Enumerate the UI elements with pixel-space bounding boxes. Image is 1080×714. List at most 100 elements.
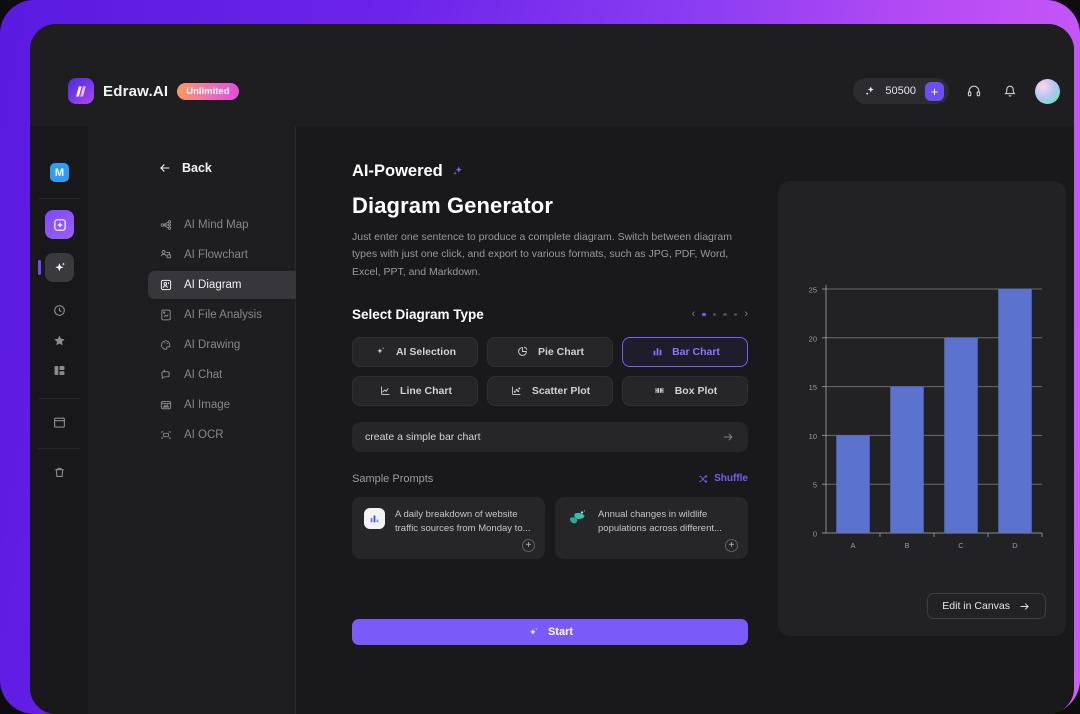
carousel-next-button[interactable]: › [744, 308, 748, 320]
prompt-submit-button[interactable] [721, 430, 735, 444]
sidebar-item-templates[interactable] [45, 356, 74, 385]
credits-pill[interactable]: 50500 + [853, 78, 949, 104]
sample-prompt-cards: A daily breakdown of website traffic sou… [352, 496, 748, 559]
rail-divider [38, 398, 80, 399]
y-axis-tick: 20 [809, 334, 817, 343]
start-button[interactable]: Start [352, 619, 748, 645]
sidebar-item-ai-tools[interactable] [38, 253, 74, 282]
box-plot-icon [653, 384, 667, 398]
sparkle-icon [865, 86, 875, 96]
credits-value: 50500 [885, 85, 916, 97]
carousel-prev-button[interactable]: ‹ [692, 308, 696, 320]
sidebar-item-recent[interactable] [45, 296, 74, 325]
carousel-dot[interactable] [712, 312, 717, 317]
type-label: Box Plot [674, 384, 718, 397]
type-label: Line Chart [400, 384, 452, 397]
sparkle-icon [54, 262, 65, 271]
main-content: AI-Powered Diagram Generator Just enter … [296, 126, 1074, 714]
type-button-box-plot[interactable]: Box Plot [622, 375, 748, 406]
sample-prompt-card[interactable]: A daily breakdown of website traffic sou… [352, 496, 545, 559]
carousel-dot[interactable] [723, 312, 727, 317]
avatar[interactable] [1035, 78, 1060, 104]
carousel-dot[interactable] [733, 312, 738, 317]
nav-label: AI Diagram [184, 279, 242, 291]
diagram-type-grid: AI Selection Pie Chart Bar Chart Line Ch… [352, 336, 748, 406]
sidebar-item-ai-drawing[interactable]: AI Drawing [148, 331, 300, 359]
sidebar-item-files[interactable] [45, 408, 74, 437]
sparkle-icon [374, 345, 388, 359]
y-axis-tick: 0 [813, 530, 817, 539]
eyebrow-label: AI-Powered [352, 162, 443, 180]
sidebar-item-ai-image[interactable]: AI Image [148, 391, 300, 419]
x-axis-tick: C [958, 541, 964, 550]
sidebar-item-ai-flowchart[interactable]: AI Flowchart [148, 241, 300, 269]
section-title: Select Diagram Type [352, 306, 484, 322]
carousel-dot[interactable] [702, 312, 706, 317]
sidebar-item-trash[interactable] [45, 458, 74, 487]
workspace-badge[interactable]: M [50, 163, 69, 182]
y-axis-tick: 25 [809, 286, 817, 295]
rail-divider [38, 198, 80, 199]
add-prompt-button[interactable]: + [725, 538, 738, 552]
diagram-icon [158, 278, 173, 293]
type-button-ai-selection[interactable]: AI Selection [352, 336, 478, 367]
add-credits-button[interactable]: + [925, 81, 944, 101]
sidebar-item-ai-ocr[interactable]: AI OCR [148, 421, 300, 449]
sidebar-item-ai-file-analysis[interactable]: AI File Analysis [148, 301, 300, 329]
type-label: Pie Chart [537, 345, 585, 358]
edit-in-canvas-label: Edit in Canvas [942, 600, 1010, 612]
edit-in-canvas-button[interactable]: Edit in Canvas [927, 593, 1046, 619]
type-label: Bar Chart [672, 345, 720, 358]
prompt-input[interactable]: create a simple bar chart [352, 421, 748, 452]
y-axis-tick: 5 [813, 481, 817, 490]
back-button[interactable]: Back [158, 161, 212, 175]
type-button-bar-chart[interactable]: Bar Chart [622, 336, 748, 367]
chart-bar [944, 337, 978, 533]
sidebar-item-ai-mind-map[interactable]: AI Mind Map [148, 211, 300, 239]
sample-prompts-label: Sample Prompts [352, 472, 434, 485]
page-description: Just enter one sentence to produce a com… [352, 231, 732, 278]
sidebar-item-ai-diagram[interactable]: AI Diagram [148, 271, 300, 299]
sample-prompt-card[interactable]: Annual changes in wildlife populations a… [555, 496, 748, 559]
add-prompt-button[interactable]: + [522, 538, 535, 552]
bar-chart-color-icon [364, 507, 385, 529]
sidebar-item-ai-chat[interactable]: AI Chat [148, 361, 300, 389]
file-chart-icon [158, 308, 173, 323]
page-eyebrow: AI-Powered [352, 162, 748, 181]
shuffle-button[interactable]: Shuffle [697, 473, 748, 485]
edraw-logo-icon [68, 78, 94, 104]
flowchart-icon [158, 248, 173, 263]
line-chart-icon [378, 384, 392, 398]
nav-label: AI Drawing [184, 339, 241, 351]
headset-icon[interactable] [963, 80, 985, 102]
arrow-right-icon [1020, 602, 1029, 610]
icon-rail: M [30, 126, 88, 714]
back-label: Back [182, 161, 212, 175]
y-axis-tick: 15 [809, 383, 817, 392]
carousel-controls: ‹ › [692, 308, 748, 320]
top-bar: Edraw.AI Unlimited 50500 + [30, 24, 1074, 126]
section-header: Select Diagram Type ‹ › [352, 307, 748, 322]
nav-label: AI Image [184, 399, 231, 411]
type-button-line-chart[interactable]: Line Chart [352, 375, 478, 406]
generator-form: AI-Powered Diagram Generator Just enter … [352, 162, 748, 559]
sparkle-icon [453, 165, 462, 175]
sample-prompt-text: Annual changes in wildlife populations a… [598, 508, 722, 535]
chart-bar [998, 289, 1032, 533]
sidebar-item-new-document[interactable] [45, 210, 74, 239]
bar-chart: 0 5 10 15 20 25 A B C D [809, 285, 1043, 550]
mindmap-icon [158, 218, 173, 233]
top-bar-actions: 50500 + [853, 78, 1060, 104]
prompt-value: create a simple bar chart [365, 430, 481, 443]
gradient-frame: Edraw.AI Unlimited 50500 + M Back AI Min… [0, 0, 1080, 714]
sidebar-item-favorites[interactable] [45, 326, 74, 355]
nav-label: AI Flowchart [184, 249, 248, 261]
type-button-scatter-plot[interactable]: Scatter Plot [487, 375, 613, 406]
arrow-left-icon [160, 164, 170, 172]
type-button-pie-chart[interactable]: Pie Chart [487, 336, 613, 367]
y-axis-tick: 10 [809, 432, 817, 441]
brand[interactable]: Edraw.AI Unlimited [68, 78, 239, 104]
brand-name: Edraw.AI [103, 82, 169, 100]
nav-panel: Back AI Mind Map AI Flowchart AI Diagram [88, 126, 300, 714]
bell-icon[interactable] [999, 80, 1021, 102]
